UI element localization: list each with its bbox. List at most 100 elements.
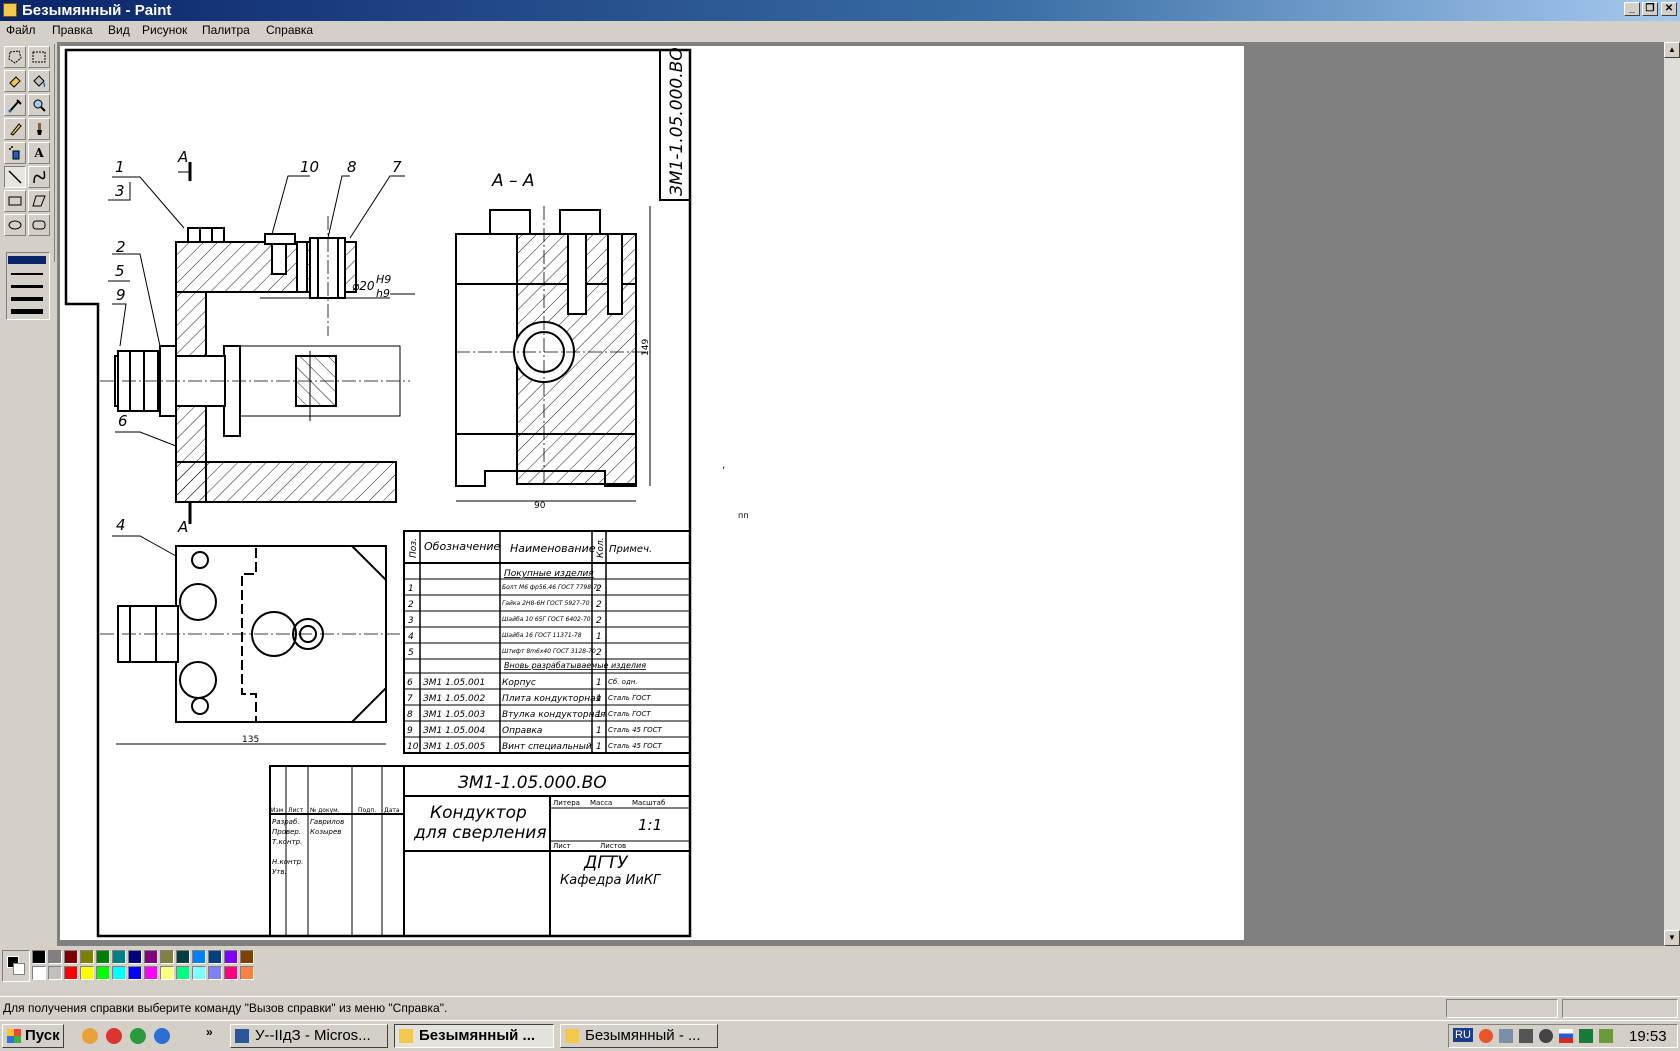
palette-swatch[interactable] (48, 950, 62, 964)
palette-swatch[interactable] (208, 966, 222, 980)
palette-swatch[interactable] (144, 966, 158, 980)
paint-icon (565, 1029, 579, 1043)
restore-button[interactable]: ❐ (1642, 2, 1658, 16)
palette-swatch[interactable] (176, 950, 190, 964)
palette-swatch[interactable] (160, 966, 174, 980)
palette-swatch[interactable] (32, 966, 46, 980)
spec-row-qty: 2 (596, 600, 602, 610)
palette-swatch[interactable] (176, 966, 190, 980)
taskbar: Пуск » У--IIдЗ - Micros... Безымянный ..… (0, 1020, 1680, 1051)
tray-network-icon[interactable] (1499, 1029, 1513, 1043)
quicklaunch-browser-icon[interactable] (106, 1028, 122, 1044)
spec-row-code: ЗМ1 1.05.001 (423, 678, 485, 688)
line-tool[interactable] (4, 166, 26, 188)
polygon-icon (32, 195, 46, 207)
tray-user-icon[interactable] (1539, 1029, 1553, 1043)
spec-row-qty: 2 (596, 648, 602, 658)
spec-header-name: Наименование (510, 542, 596, 555)
palette-swatch[interactable] (112, 966, 126, 980)
palette-swatch[interactable] (224, 950, 238, 964)
menu-file[interactable]: Файл (6, 23, 36, 37)
palette-swatch[interactable] (128, 966, 142, 980)
quicklaunch-ie-icon[interactable] (154, 1028, 170, 1044)
airbrush-tool[interactable] (4, 142, 26, 164)
menu-help[interactable]: Справка (266, 23, 313, 37)
palette-swatch[interactable] (192, 966, 206, 980)
tray-monitor-icon[interactable] (1579, 1029, 1593, 1043)
ellipse-tool[interactable] (4, 214, 26, 236)
rect-select-tool[interactable] (28, 46, 50, 68)
brush-tool[interactable] (28, 118, 50, 140)
tray-antivirus-icon[interactable] (1479, 1029, 1493, 1043)
title-meta-sheets: Листов (600, 842, 626, 850)
menu-image[interactable]: Рисунок (142, 23, 187, 37)
palette-swatch[interactable] (240, 950, 254, 964)
drawing-canvas[interactable]: ЗМ1-1.05.000.ВО А А 1 3 10 8 7 2 5 9 6 4… (60, 46, 1335, 940)
palette-swatch[interactable] (80, 950, 94, 964)
quicklaunch-app-icon[interactable] (82, 1028, 98, 1044)
vertical-scrollbar[interactable]: ▲ ▼ (1664, 42, 1680, 946)
spec-row-name: Штифт 8m6х40 ГОСТ 3128-70 (502, 648, 596, 655)
rounded-rect-tool[interactable] (28, 214, 50, 236)
line-width-3[interactable] (11, 285, 43, 288)
palette-swatch[interactable] (144, 950, 158, 964)
line-width-2[interactable] (11, 273, 43, 275)
palette-swatch[interactable] (96, 950, 110, 964)
task-word[interactable]: У--IIдЗ - Micros... (230, 1024, 388, 1048)
rectangle-tool[interactable] (4, 190, 26, 212)
line-width-4[interactable] (11, 297, 43, 301)
text-tool[interactable]: A (28, 142, 50, 164)
pencil-tool[interactable] (4, 118, 26, 140)
palette-swatch[interactable] (112, 950, 126, 964)
free-select-tool[interactable] (4, 46, 26, 68)
ellipse-icon (8, 220, 22, 230)
title-bar[interactable]: Безымянный - Paint _ ❐ ✕ (0, 0, 1680, 21)
menu-palette[interactable]: Палитра (202, 23, 250, 37)
palette-swatch[interactable] (96, 966, 110, 980)
quicklaunch-more[interactable]: » (206, 1025, 213, 1039)
palette-swatch[interactable] (224, 966, 238, 980)
scroll-down-button[interactable]: ▼ (1664, 930, 1680, 946)
minimize-button[interactable]: _ (1624, 2, 1640, 16)
eraser-tool[interactable] (4, 70, 26, 92)
tray-clipboard-icon[interactable] (1519, 1029, 1533, 1043)
close-button[interactable]: ✕ (1661, 2, 1677, 16)
palette-swatch[interactable] (64, 966, 78, 980)
task-paint-active[interactable]: Безымянный ... (394, 1024, 554, 1048)
system-tray: RU 19:53 (1448, 1024, 1678, 1048)
palette-swatch[interactable] (64, 950, 78, 964)
palette-swatch[interactable] (192, 950, 206, 964)
curve-tool[interactable] (28, 166, 50, 188)
language-indicator[interactable]: RU (1453, 1028, 1473, 1042)
palette-swatch[interactable] (128, 950, 142, 964)
line-width-1[interactable] (8, 256, 46, 264)
palette-swatch[interactable] (160, 950, 174, 964)
pick-color-tool[interactable] (4, 94, 26, 116)
scroll-up-button[interactable]: ▲ (1664, 42, 1680, 58)
quicklaunch-chat-icon[interactable] (130, 1028, 146, 1044)
line-width-5[interactable] (11, 309, 43, 314)
tray-gpu-icon[interactable] (1599, 1029, 1613, 1043)
spec-row-qty: 1 (596, 694, 602, 704)
title-col-list: Лист (288, 807, 304, 814)
palette-swatch[interactable] (240, 966, 254, 980)
palette-swatch[interactable] (32, 950, 46, 964)
task-paint[interactable]: Безымянный - ... (560, 1024, 718, 1048)
fill-tool[interactable] (28, 70, 50, 92)
leader-8: 8 (347, 158, 357, 176)
spec-row-qty: 1 (596, 678, 602, 688)
polygon-tool[interactable] (28, 190, 50, 212)
palette-swatch[interactable] (208, 950, 222, 964)
start-button[interactable]: Пуск (2, 1024, 64, 1048)
tray-flag-icon[interactable] (1559, 1029, 1573, 1043)
current-colors[interactable] (2, 950, 30, 982)
title-meta-litera: Литера (553, 799, 580, 807)
magnifier-tool[interactable] (28, 94, 50, 116)
palette-swatch[interactable] (80, 966, 94, 980)
pencil-icon (10, 123, 22, 136)
menu-edit[interactable]: Правка (52, 23, 93, 37)
line-width-selector[interactable] (6, 252, 50, 320)
palette-swatch[interactable] (48, 966, 62, 980)
menu-view[interactable]: Вид (108, 23, 130, 37)
spec-row-code: ЗМ1 1.05.004 (423, 726, 485, 736)
